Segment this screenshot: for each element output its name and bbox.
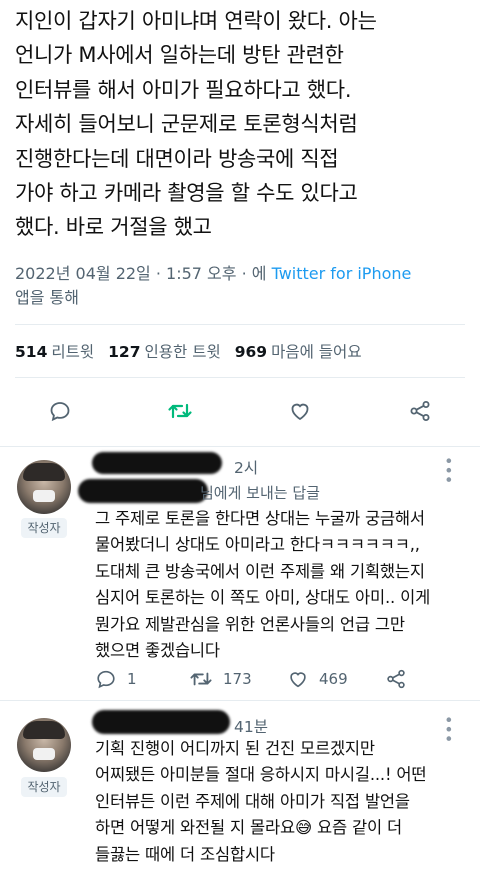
retweets-stat[interactable]: 514 리트윗: [15, 340, 94, 362]
reply-button[interactable]: 1: [95, 668, 137, 690]
reply-line: 하면 어떻게 와전될 지 몰라요😅 요즘 같이 더: [95, 818, 402, 838]
redacted-reply-to: [78, 479, 208, 503]
like-count: 469: [319, 670, 348, 688]
tweet-source-link[interactable]: Twitter for iPhone: [272, 264, 412, 283]
avatar-hair: [23, 463, 65, 481]
likes-stat[interactable]: 969 마음에 들어요: [235, 340, 362, 362]
reply-action-bar: 1 173 469: [95, 668, 425, 692]
reply-icon[interactable]: [42, 393, 78, 429]
retweets-count: 514: [15, 343, 48, 361]
reply-body: 기획 진행이 어디까지 된 건진 모르겠지만 어찌됐든 아미분들 절대 응하시지…: [95, 736, 427, 868]
reply-count: 1: [127, 670, 137, 688]
tweet-line: 지인이 갑자기 아미냐며 연락이 왔다. 아는: [15, 9, 377, 33]
avatar-mask: [33, 490, 55, 502]
like-button[interactable]: 469: [287, 668, 348, 690]
reply-icon: [97, 670, 115, 689]
reply-line: 물어봤더니 상대도 아미라고 한다ㅋㅋㅋㅋㅋㅋ,,: [95, 535, 420, 555]
tweet-source-suffix: 앱을 통해: [15, 288, 79, 307]
reply-item[interactable]: 작성자 2시 ••• 님에게 보내는 답글 그 주제로 토론을 한다면 상대는 …: [0, 446, 480, 698]
redacted-username: [92, 452, 222, 474]
tweet-stats: 514 리트윗 127 인용한 트윗 969 마음에 들어요: [15, 340, 362, 362]
reply-line: 뭔가요 제발관심을 위한 언론사들의 언급 그만: [95, 614, 405, 634]
reply-item[interactable]: 작성자 41분 ••• 기획 진행이 어디까지 된 건진 모르겠지만 어찌됐든 …: [0, 700, 480, 871]
retweet-icon[interactable]: [162, 393, 198, 429]
avatar[interactable]: [17, 460, 71, 514]
likes-count: 969: [234, 343, 268, 361]
reply-time[interactable]: 2시: [234, 456, 258, 478]
reply-time[interactable]: 41분: [234, 715, 268, 737]
tweet-line: 했다. 바로 거절을 했고: [15, 215, 212, 240]
heart-icon[interactable]: [282, 393, 318, 429]
tweet-timestamp[interactable]: 2022년 04월 22일 · 1:57 오후 · 에: [15, 264, 266, 283]
quotes-label: 인용한 트윗: [144, 343, 221, 361]
reply-line: 어찌됐든 아미분들 절대 응하시지 마시길...! 어떤: [95, 765, 427, 785]
tweet-meta: 2022년 04월 22일 · 1:57 오후 · 에 Twitter for …: [15, 262, 470, 310]
retweet-count: 173: [223, 670, 252, 688]
reply-line: 했으면 좋겠습니다: [95, 641, 220, 661]
reply-line: 인터뷰든 이런 주제에 대해 아미가 직접 발언을: [95, 791, 410, 811]
retweet-icon: [190, 672, 212, 686]
share-button[interactable]: [385, 668, 407, 690]
retweets-label: 리트윗: [51, 343, 95, 361]
tweet-line: 자세히 들어보니 군문제로 토론형식처럼: [15, 112, 358, 137]
reply-line: 심지어 토론하는 이 쪽도 아미, 상대도 아미.. 이게: [95, 588, 431, 608]
quotes-count: 127: [108, 343, 141, 361]
divider: [15, 324, 465, 325]
tweet-line: 언니가 M사에서 일하는데 방탄 관련한: [15, 43, 344, 68]
reply-body: 그 주제로 토론을 한다면 상대는 누굴까 궁금해서 물어봤더니 상대도 아미라…: [95, 506, 430, 664]
reply-line: 그 주제로 토론을 한다면 상대는 누굴까 궁금해서: [95, 509, 425, 528]
more-icon[interactable]: •••: [439, 715, 458, 743]
author-badge: 작성자: [21, 518, 67, 538]
author-badge: 작성자: [21, 777, 67, 797]
likes-label: 마음에 들어요: [271, 343, 362, 361]
retweet-button[interactable]: 173: [189, 668, 252, 690]
tweet-text: 지인이 갑자기 아미냐며 연락이 왔다. 아는 언니가 M사에서 일하는데 방탄…: [15, 4, 475, 245]
tweet-line: 가야 하고 카메라 촬영을 할 수도 있다고: [15, 181, 358, 206]
avatar[interactable]: [17, 718, 71, 772]
heart-icon: [290, 672, 306, 688]
avatar-hair: [23, 721, 65, 739]
reply-line: 들끓는 때에 더 조심합시다: [95, 844, 275, 864]
reply-line: 도대체 큰 방송국에서 이런 주제를 왜 기획했는지: [95, 561, 425, 581]
share-icon: [387, 669, 405, 689]
divider: [15, 377, 465, 378]
reply-to-label: 님에게 보내는 답글: [200, 484, 320, 502]
quotes-stat[interactable]: 127 인용한 트윗: [108, 340, 221, 362]
reply-line: 기획 진행이 어디까지 된 건진 모르겠지만: [95, 739, 375, 758]
avatar-mask: [33, 748, 55, 760]
tweet-line: 인터뷰를 해서 아미가 필요하다고 했다.: [15, 77, 352, 102]
share-icon[interactable]: [402, 393, 438, 429]
tweet-action-bar: [0, 393, 480, 429]
tweet-line: 진행한다는데 대면이라 방송국에 직접: [15, 146, 339, 171]
redacted-username: [92, 710, 230, 734]
more-icon[interactable]: •••: [439, 456, 458, 484]
